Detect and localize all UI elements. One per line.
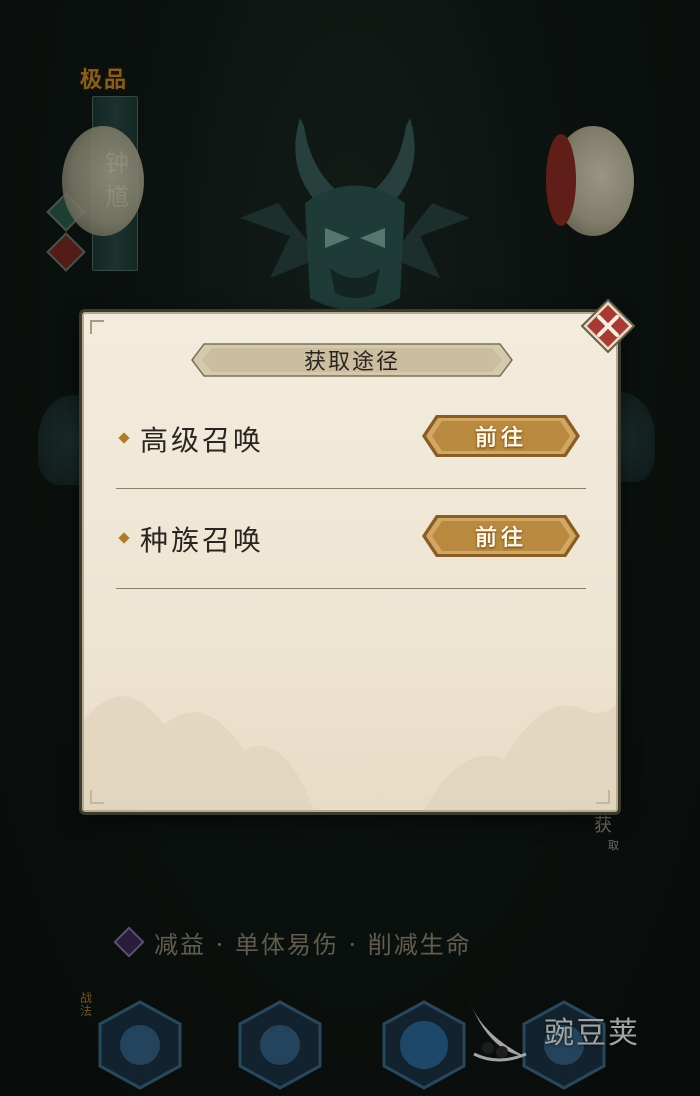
ink-mountains-decoration	[84, 696, 616, 810]
close-icon[interactable]	[580, 298, 636, 354]
list-item: 种族召唤 前往	[116, 489, 586, 589]
go-button-label: 前往	[474, 425, 527, 451]
go-to-advanced-summon-button[interactable]: 前往	[420, 413, 582, 459]
go-to-race-summon-button[interactable]: 前往	[420, 513, 582, 559]
dialog-title-banner: 获取途径	[190, 338, 514, 382]
option-label: 种族召唤	[140, 524, 265, 557]
go-button-label: 前往	[474, 525, 527, 551]
option-label: 高级召唤	[140, 424, 265, 457]
bullet-diamond-icon	[118, 432, 130, 444]
bullet-diamond-icon	[118, 532, 130, 544]
list-item: 高级召唤 前往	[116, 389, 586, 489]
acquire-methods-dialog: 获取途径 高级召唤 前往 种族召唤 前往	[82, 312, 618, 812]
dialog-title: 获取途径	[303, 350, 400, 375]
corner-ornament	[90, 320, 104, 334]
